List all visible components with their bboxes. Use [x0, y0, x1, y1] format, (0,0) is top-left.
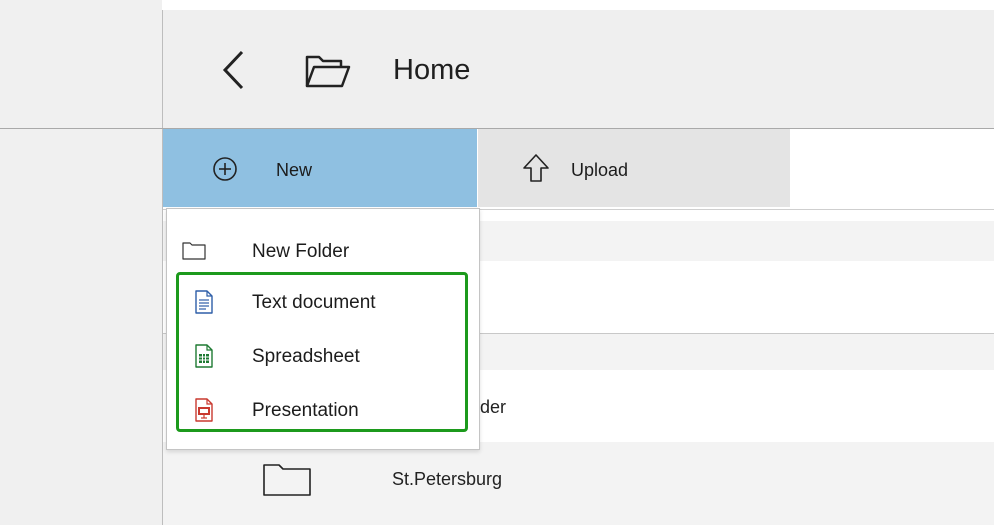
plus-circle-icon	[212, 156, 238, 182]
upload-button-label: Upload	[571, 160, 629, 180]
folder-icon	[182, 242, 206, 260]
menu-item-text-document[interactable]: Text document	[167, 278, 479, 326]
back-button[interactable]	[222, 50, 246, 90]
menu-item-label: Text document	[252, 292, 376, 313]
menu-item-presentation[interactable]: Presentation	[167, 386, 479, 434]
new-dropdown-menu: New Folder Text document Spreadsheet Pre…	[166, 208, 480, 450]
menu-item-label: Spreadsheet	[252, 346, 360, 367]
spreadsheet-icon	[195, 344, 213, 368]
new-button[interactable]: New	[163, 129, 477, 207]
presentation-icon	[195, 398, 213, 422]
header-bar	[163, 10, 994, 128]
menu-item-new-folder[interactable]: New Folder	[167, 227, 479, 275]
menu-item-label: Presentation	[252, 400, 359, 421]
folder-icon	[262, 463, 312, 497]
page-title: Home	[393, 54, 471, 86]
upload-button[interactable]: Upload	[478, 129, 790, 207]
list-item-label[interactable]: St.Petersburg	[392, 468, 502, 490]
list-item-label: der	[480, 397, 507, 417]
new-button-label: New	[276, 160, 313, 180]
text-document-icon	[195, 290, 213, 314]
menu-item-label: New Folder	[252, 241, 350, 262]
menu-item-spreadsheet[interactable]: Spreadsheet	[167, 332, 479, 380]
left-sidebar	[0, 0, 162, 525]
arrow-up-icon	[522, 153, 550, 183]
folder-open-icon	[305, 54, 351, 88]
chevron-left-icon	[222, 50, 244, 90]
